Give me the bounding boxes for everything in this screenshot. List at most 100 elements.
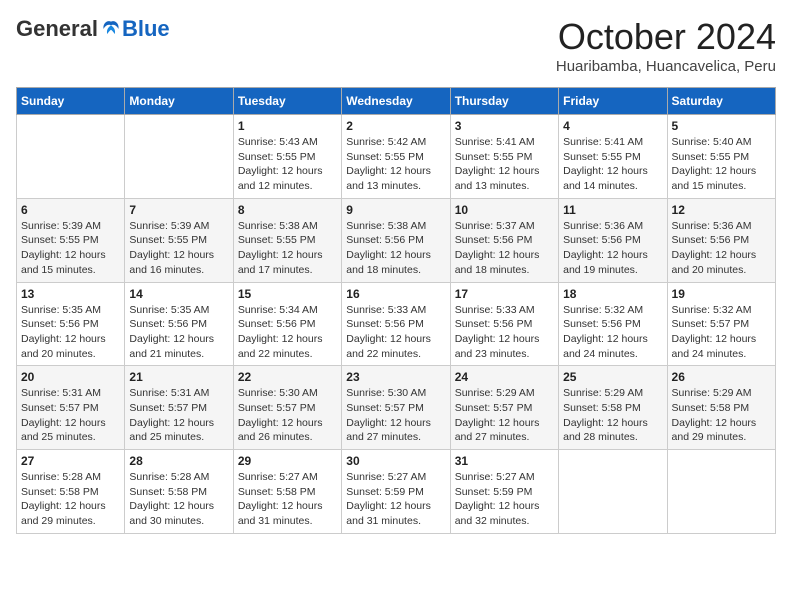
day-info: Sunrise: 5:31 AMSunset: 5:57 PMDaylight:… — [21, 386, 120, 445]
calendar-cell: 23 Sunrise: 5:30 AMSunset: 5:57 PMDayligh… — [342, 366, 450, 450]
logo-general: General — [16, 16, 98, 42]
calendar-cell: 12Sunrise: 5:36 AMSunset: 5:56 PMDayligh… — [667, 198, 775, 282]
weekday-header-friday: Friday — [559, 88, 667, 115]
day-info: Sunrise: 5:39 AMSunset: 5:55 PMDaylight:… — [129, 219, 228, 278]
page-header: General Blue October 2024 Huaribamba, Hu… — [16, 16, 776, 75]
day-info: Sunrise: 5:29 AMSunset: 5:57 PMDaylight:… — [455, 386, 554, 445]
calendar-cell: 8 Sunrise: 5:38 AMSunset: 5:55 PMDaylight… — [233, 198, 341, 282]
calendar-cell: 15 Sunrise: 5:34 AMSunset: 5:56 PMDayligh… — [233, 282, 341, 366]
day-number: 9 — [346, 203, 445, 217]
day-info: Sunrise: 5:37 AMSunset: 5:56 PMDaylight:… — [455, 219, 554, 278]
day-number: 22 — [238, 370, 337, 384]
day-number: 23 — [346, 370, 445, 384]
day-number: 4 — [563, 119, 662, 133]
day-number: 6 — [21, 203, 120, 217]
day-info: Sunrise: 5:40 AMSunset: 5:55 PMDaylight:… — [672, 135, 771, 194]
calendar-week-4: 20Sunrise: 5:31 AMSunset: 5:57 PMDayligh… — [17, 366, 776, 450]
day-number: 29 — [238, 454, 337, 468]
calendar-cell: 19Sunrise: 5:32 AMSunset: 5:57 PMDayligh… — [667, 282, 775, 366]
day-number: 12 — [672, 203, 771, 217]
calendar-cell — [125, 115, 233, 199]
calendar-cell: 11 Sunrise: 5:36 AMSunset: 5:56 PMDayligh… — [559, 198, 667, 282]
day-info: Sunrise: 5:36 AMSunset: 5:56 PMDaylight:… — [563, 219, 662, 278]
day-number: 30 — [346, 454, 445, 468]
day-info: Sunrise: 5:43 AMSunset: 5:55 PMDaylight:… — [238, 135, 337, 194]
calendar-cell: 17Sunrise: 5:33 AMSunset: 5:56 PMDayligh… — [450, 282, 558, 366]
day-info: Sunrise: 5:27 AMSunset: 5:58 PMDaylight:… — [238, 470, 337, 529]
day-number: 15 — [238, 287, 337, 301]
day-number: 3 — [455, 119, 554, 133]
day-number: 24 — [455, 370, 554, 384]
weekday-header-row: SundayMondayTuesdayWednesdayThursdayFrid… — [17, 88, 776, 115]
day-number: 18 — [563, 287, 662, 301]
weekday-header-wednesday: Wednesday — [342, 88, 450, 115]
calendar-cell: 13Sunrise: 5:35 AMSunset: 5:56 PMDayligh… — [17, 282, 125, 366]
day-info: Sunrise: 5:35 AMSunset: 5:56 PMDaylight:… — [21, 303, 120, 362]
calendar-cell: 21 Sunrise: 5:31 AMSunset: 5:57 PMDayligh… — [125, 366, 233, 450]
day-info: Sunrise: 5:34 AMSunset: 5:56 PMDaylight:… — [238, 303, 337, 362]
calendar-cell: 22Sunrise: 5:30 AMSunset: 5:57 PMDayligh… — [233, 366, 341, 450]
calendar-cell: 2 Sunrise: 5:42 AMSunset: 5:55 PMDaylight… — [342, 115, 450, 199]
calendar-cell: 3 Sunrise: 5:41 AMSunset: 5:55 PMDaylight… — [450, 115, 558, 199]
calendar-cell: 5 Sunrise: 5:40 AMSunset: 5:55 PMDaylight… — [667, 115, 775, 199]
calendar-cell: 14 Sunrise: 5:35 AMSunset: 5:56 PMDayligh… — [125, 282, 233, 366]
day-info: Sunrise: 5:39 AMSunset: 5:55 PMDaylight:… — [21, 219, 120, 278]
calendar-cell: 24 Sunrise: 5:29 AMSunset: 5:57 PMDayligh… — [450, 366, 558, 450]
calendar-week-2: 6 Sunrise: 5:39 AMSunset: 5:55 PMDaylight… — [17, 198, 776, 282]
day-number: 5 — [672, 119, 771, 133]
day-info: Sunrise: 5:32 AMSunset: 5:56 PMDaylight:… — [563, 303, 662, 362]
month-title: October 2024 — [556, 16, 776, 58]
calendar-cell: 25 Sunrise: 5:29 AMSunset: 5:58 PMDayligh… — [559, 366, 667, 450]
calendar-cell: 1 Sunrise: 5:43 AMSunset: 5:55 PMDaylight… — [233, 115, 341, 199]
calendar-cell: 31 Sunrise: 5:27 AMSunset: 5:59 PMDayligh… — [450, 450, 558, 534]
calendar-cell: 29 Sunrise: 5:27 AMSunset: 5:58 PMDayligh… — [233, 450, 341, 534]
day-number: 11 — [563, 203, 662, 217]
day-info: Sunrise: 5:31 AMSunset: 5:57 PMDaylight:… — [129, 386, 228, 445]
day-info: Sunrise: 5:27 AMSunset: 5:59 PMDaylight:… — [455, 470, 554, 529]
day-info: Sunrise: 5:28 AMSunset: 5:58 PMDaylight:… — [21, 470, 120, 529]
weekday-header-saturday: Saturday — [667, 88, 775, 115]
location-title: Huaribamba, Huancavelica, Peru — [556, 58, 776, 75]
day-number: 7 — [129, 203, 228, 217]
day-info: Sunrise: 5:38 AMSunset: 5:56 PMDaylight:… — [346, 219, 445, 278]
day-info: Sunrise: 5:33 AMSunset: 5:56 PMDaylight:… — [346, 303, 445, 362]
calendar-cell: 6 Sunrise: 5:39 AMSunset: 5:55 PMDaylight… — [17, 198, 125, 282]
calendar-cell — [559, 450, 667, 534]
day-number: 25 — [563, 370, 662, 384]
calendar-cell: 18 Sunrise: 5:32 AMSunset: 5:56 PMDayligh… — [559, 282, 667, 366]
day-info: Sunrise: 5:30 AMSunset: 5:57 PMDaylight:… — [346, 386, 445, 445]
calendar-cell: 28Sunrise: 5:28 AMSunset: 5:58 PMDayligh… — [125, 450, 233, 534]
day-info: Sunrise: 5:41 AMSunset: 5:55 PMDaylight:… — [455, 135, 554, 194]
day-number: 27 — [21, 454, 120, 468]
calendar-cell: 27 Sunrise: 5:28 AMSunset: 5:58 PMDayligh… — [17, 450, 125, 534]
day-info: Sunrise: 5:29 AMSunset: 5:58 PMDaylight:… — [563, 386, 662, 445]
day-info: Sunrise: 5:28 AMSunset: 5:58 PMDaylight:… — [129, 470, 228, 529]
calendar-cell: 9 Sunrise: 5:38 AMSunset: 5:56 PMDaylight… — [342, 198, 450, 282]
calendar-week-5: 27 Sunrise: 5:28 AMSunset: 5:58 PMDayligh… — [17, 450, 776, 534]
day-number: 2 — [346, 119, 445, 133]
calendar-cell — [17, 115, 125, 199]
day-number: 8 — [238, 203, 337, 217]
day-number: 1 — [238, 119, 337, 133]
calendar-cell: 4 Sunrise: 5:41 AMSunset: 5:55 PMDaylight… — [559, 115, 667, 199]
day-info: Sunrise: 5:38 AMSunset: 5:55 PMDaylight:… — [238, 219, 337, 278]
weekday-header-sunday: Sunday — [17, 88, 125, 115]
logo: General Blue — [16, 16, 170, 42]
calendar-cell: 20Sunrise: 5:31 AMSunset: 5:57 PMDayligh… — [17, 366, 125, 450]
day-info: Sunrise: 5:35 AMSunset: 5:56 PMDaylight:… — [129, 303, 228, 362]
day-info: Sunrise: 5:41 AMSunset: 5:55 PMDaylight:… — [563, 135, 662, 194]
day-info: Sunrise: 5:42 AMSunset: 5:55 PMDaylight:… — [346, 135, 445, 194]
day-number: 31 — [455, 454, 554, 468]
calendar-cell — [667, 450, 775, 534]
calendar-cell: 10 Sunrise: 5:37 AMSunset: 5:56 PMDayligh… — [450, 198, 558, 282]
weekday-header-monday: Monday — [125, 88, 233, 115]
day-info: Sunrise: 5:27 AMSunset: 5:59 PMDaylight:… — [346, 470, 445, 529]
calendar-cell: 16Sunrise: 5:33 AMSunset: 5:56 PMDayligh… — [342, 282, 450, 366]
day-number: 10 — [455, 203, 554, 217]
calendar-week-1: 1 Sunrise: 5:43 AMSunset: 5:55 PMDaylight… — [17, 115, 776, 199]
bird-icon — [100, 18, 122, 40]
day-number: 19 — [672, 287, 771, 301]
day-number: 21 — [129, 370, 228, 384]
day-info: Sunrise: 5:29 AMSunset: 5:58 PMDaylight:… — [672, 386, 771, 445]
day-number: 14 — [129, 287, 228, 301]
